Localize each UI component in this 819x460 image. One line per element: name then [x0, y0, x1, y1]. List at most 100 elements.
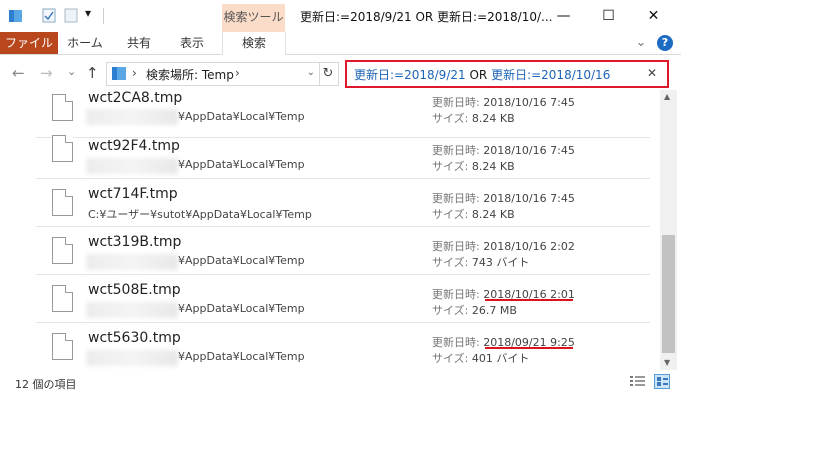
size-info: サイズ: 8.24 KB [432, 158, 515, 174]
clear-icon: ✕ [646, 66, 657, 80]
title-bar: ▾ 検索ツール 更新日:=2018/9/21 OR 更新日:=2018/10/.… [0, 0, 681, 32]
breadcrumb-end-separator[interactable]: › [235, 66, 240, 80]
highlight-underline [485, 299, 573, 301]
modified-value: 2018/10/16 7:45 [483, 144, 575, 157]
modified-value: 2018/10/16 2:02 [483, 240, 575, 253]
modified-label: 更新日時: [432, 192, 480, 205]
help-button[interactable]: ? [657, 35, 673, 51]
help-icon: ? [661, 36, 669, 49]
tab-home[interactable]: ホーム [62, 32, 108, 54]
size-label: サイズ: [432, 304, 469, 317]
size-value: 8.24 KB [471, 208, 515, 221]
file-icon [52, 94, 73, 121]
maximize-button[interactable]: ☐ [586, 0, 631, 32]
modified-label: 更新日時: [432, 240, 480, 253]
chevron-down-icon: ⌄ [635, 35, 647, 50]
minimize-button[interactable]: — [541, 0, 586, 32]
modified-label: 更新日時: [432, 288, 480, 301]
close-button[interactable]: ✕ [631, 0, 676, 32]
up-button[interactable]: ↑ [86, 64, 99, 82]
file-icon [52, 189, 73, 216]
tiles-view-icon[interactable] [654, 374, 670, 389]
chevron-down-icon: ⌄ [67, 65, 77, 78]
status-bar: 12 個の項目 [0, 370, 681, 392]
list-item[interactable]: wct92F4.tmp ¥AppData¥Local¥Temp 更新日時: 20… [36, 131, 650, 179]
redacted-path [86, 302, 178, 318]
list-item[interactable]: wct508E.tmp ¥AppData¥Local¥Temp 更新日時: 20… [36, 275, 650, 323]
search-input[interactable]: 更新日:=2018/9/21 OR 更新日:=2018/10/16 ✕ [345, 60, 669, 88]
address-dropdown[interactable]: ⌄ [307, 67, 315, 78]
size-info: サイズ: 743 バイト [432, 254, 529, 270]
file-name: wct2CA8.tmp [88, 90, 183, 106]
size-value: 26.7 MB [471, 304, 517, 317]
size-label: サイズ: [432, 112, 469, 125]
size-value: 401 バイト [471, 352, 530, 365]
size-info: サイズ: 8.24 KB [432, 206, 515, 222]
size-label: サイズ: [432, 256, 469, 269]
modified-info: 更新日時: 2018/10/16 2:02 [432, 238, 575, 254]
redacted-path [86, 350, 178, 366]
file-name: wct5630.tmp [88, 330, 181, 346]
item-count: 12 個の項目 [15, 378, 77, 391]
back-button[interactable]: ← [12, 64, 25, 82]
close-icon: ✕ [647, 8, 660, 24]
file-icon [52, 237, 73, 264]
tab-search[interactable]: 検索 [222, 32, 286, 55]
size-label: サイズ: [432, 352, 469, 365]
modified-value: 2018/10/16 7:45 [483, 192, 575, 205]
file-path: ¥AppData¥Local¥Temp [178, 158, 305, 171]
file-name: wct319B.tmp [88, 234, 182, 250]
highlight-underline [485, 347, 573, 349]
refresh-button[interactable]: ↻ [318, 62, 339, 86]
details-view-icon[interactable] [630, 375, 646, 390]
ribbon-tabs: ファイル ホーム 共有 表示 検索 ⌄ ? [0, 32, 681, 55]
list-item[interactable]: wct714F.tmp C:¥ユーザー¥sutot¥AppData¥Local¥… [36, 179, 650, 227]
maximize-icon: ☐ [602, 8, 615, 24]
properties-icon[interactable] [42, 8, 56, 23]
modified-label: 更新日時: [432, 336, 480, 349]
tab-view[interactable]: 表示 [170, 32, 214, 54]
ribbon-collapse-button[interactable]: ⌄ [632, 32, 650, 54]
window-title: 更新日:=2018/9/21 OR 更新日:=2018/10/... [300, 10, 553, 24]
file-icon [52, 135, 73, 162]
file-path: ¥AppData¥Local¥Temp [178, 110, 305, 123]
contextual-tab-search-tools[interactable]: 検索ツール [222, 4, 285, 32]
recent-locations-button[interactable]: ⌄ [67, 65, 76, 78]
new-folder-icon[interactable] [64, 8, 78, 23]
forward-button[interactable]: → [40, 64, 53, 82]
forward-icon: → [40, 64, 53, 82]
clear-search-button[interactable]: ✕ [647, 66, 657, 80]
redacted-path [86, 158, 178, 174]
scroll-down-arrow[interactable]: ▼ [664, 358, 670, 367]
size-label: サイズ: [432, 208, 469, 221]
file-name: wct508E.tmp [88, 282, 181, 298]
chevron-down-icon[interactable]: ▾ [85, 6, 99, 20]
size-info: サイズ: 8.24 KB [432, 110, 515, 126]
folder-icon[interactable] [8, 8, 22, 22]
modified-info: 更新日時: 2018/10/16 7:45 [432, 142, 575, 158]
breadcrumb-separator: › [132, 66, 137, 80]
size-value: 743 バイト [471, 256, 530, 269]
qa-dropdown-glyph: ▾ [85, 6, 92, 20]
size-label: サイズ: [432, 160, 469, 173]
tab-share[interactable]: 共有 [114, 32, 164, 54]
scroll-thumb[interactable] [662, 235, 675, 353]
search-term-2: 更新日:=2018/10/16 [491, 68, 611, 82]
file-path: ¥AppData¥Local¥Temp [178, 350, 305, 363]
separator [103, 8, 104, 24]
refresh-icon: ↻ [322, 66, 334, 81]
file-path: ¥AppData¥Local¥Temp [178, 254, 305, 267]
minimize-icon: — [556, 8, 571, 24]
list-item[interactable]: wct5630.tmp ¥AppData¥Local¥Temp 更新日時: 20… [36, 323, 650, 370]
search-operator: OR [465, 68, 492, 82]
scroll-up-arrow[interactable]: ▲ [664, 92, 670, 101]
address-bar[interactable]: › 検索場所: Temp › ⌄ [106, 62, 320, 86]
modified-value: 2018/10/16 7:45 [483, 96, 575, 109]
tab-file[interactable]: ファイル [0, 32, 58, 54]
file-path: ¥AppData¥Local¥Temp [178, 302, 305, 315]
list-item[interactable]: wct319B.tmp ¥AppData¥Local¥Temp 更新日時: 20… [36, 227, 650, 275]
breadcrumb[interactable]: 検索場所: Temp [146, 66, 234, 83]
size-info: サイズ: 26.7 MB [432, 302, 517, 318]
vertical-scrollbar[interactable]: ▲ ▼ [660, 90, 677, 370]
size-value: 8.24 KB [471, 112, 515, 125]
